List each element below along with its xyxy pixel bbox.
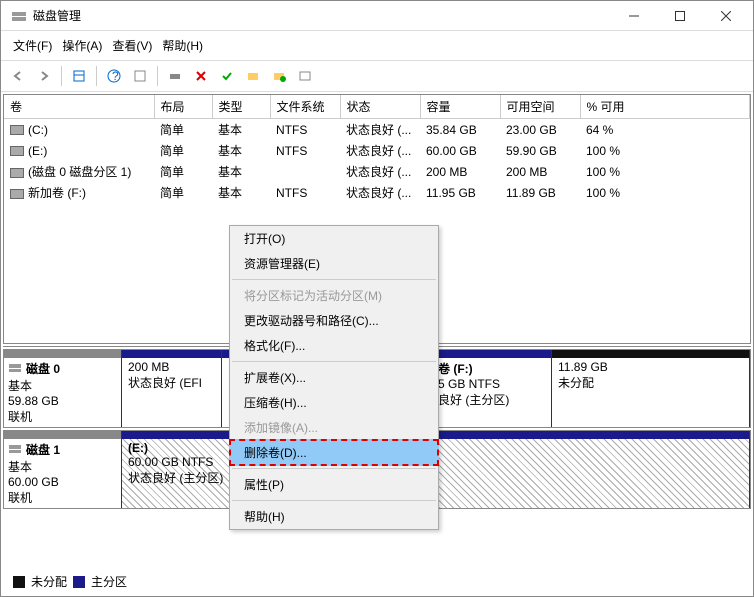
svg-text:?: ? (112, 69, 119, 83)
help-button[interactable]: ? (103, 65, 125, 87)
menu-mirror: 添加镜像(A)... (230, 415, 438, 440)
col-fs[interactable]: 文件系统 (270, 95, 340, 119)
menu-help[interactable]: 帮助(H) (230, 504, 438, 529)
menu-mark-active: 将分区标记为活动分区(M) (230, 283, 438, 308)
menu-format[interactable]: 格式化(F)... (230, 333, 438, 358)
table-row[interactable]: (C:)简单基本NTFS状态良好 (...35.84 GB23.00 GB64 … (4, 119, 750, 141)
detach-button[interactable] (294, 65, 316, 87)
folder-button[interactable] (242, 65, 264, 87)
menu-shrink[interactable]: 压缩卷(H)... (230, 390, 438, 415)
maximize-button[interactable] (657, 2, 703, 30)
view-button[interactable] (68, 65, 90, 87)
close-button[interactable] (703, 2, 749, 30)
menu-help[interactable]: 帮助(H) (158, 35, 207, 56)
disk-0-header[interactable]: 磁盘 0 基本 59.88 GB 联机 (4, 350, 122, 427)
table-row[interactable]: (E:)简单基本NTFS状态良好 (...60.00 GB59.90 GB100… (4, 140, 750, 161)
minimize-button[interactable] (611, 2, 657, 30)
volume-icon (10, 146, 24, 156)
disk-icon (8, 442, 22, 457)
separator (232, 500, 436, 501)
col-type[interactable]: 类型 (212, 95, 270, 119)
app-icon (11, 8, 27, 24)
volume-icon (10, 125, 24, 135)
disk-icon (8, 361, 22, 376)
col-status[interactable]: 状态 (340, 95, 420, 119)
col-volume[interactable]: 卷 (4, 95, 154, 119)
table-row[interactable]: 新加卷 (F:)简单基本NTFS状态良好 (...11.95 GB11.89 G… (4, 182, 750, 203)
col-pct[interactable]: % 可用 (580, 95, 750, 119)
legend-unallocated-swatch (13, 576, 25, 588)
table-row[interactable]: (磁盘 0 磁盘分区 1)简单基本状态良好 (...200 MB200 MB10… (4, 161, 750, 182)
disk-0-unallocated[interactable]: 11.89 GB 未分配 (552, 350, 750, 427)
menu-delete-volume[interactable]: 删除卷(D)... (229, 439, 439, 466)
separator (232, 468, 436, 469)
disk-0-partition-f[interactable]: 卷 (F:) 5 GB NTFS 良好 (主分区) (432, 350, 552, 427)
check-button[interactable] (216, 65, 238, 87)
menu-file[interactable]: 文件(F) (9, 35, 56, 56)
menu-explorer[interactable]: 资源管理器(E) (230, 251, 438, 276)
refresh-button[interactable] (164, 65, 186, 87)
titlebar: 磁盘管理 (1, 1, 753, 31)
context-menu: 打开(O) 资源管理器(E) 将分区标记为活动分区(M) 更改驱动器号和路径(C… (229, 225, 439, 530)
volume-icon (10, 168, 24, 178)
attach-button[interactable] (268, 65, 290, 87)
menu-view[interactable]: 查看(V) (108, 35, 156, 56)
show-button[interactable] (129, 65, 151, 87)
legend-primary-swatch (73, 576, 85, 588)
separator (232, 279, 436, 280)
forward-button[interactable] (33, 65, 55, 87)
separator (96, 66, 97, 86)
delete-button[interactable] (190, 65, 212, 87)
menubar: 文件(F) 操作(A) 查看(V) 帮助(H) (1, 31, 753, 61)
separator (232, 361, 436, 362)
menu-action[interactable]: 操作(A) (58, 35, 106, 56)
back-button[interactable] (7, 65, 29, 87)
col-free[interactable]: 可用空间 (500, 95, 580, 119)
disk-1-header[interactable]: 磁盘 1 基本 60.00 GB 联机 (4, 431, 122, 508)
separator (157, 66, 158, 86)
col-capacity[interactable]: 容量 (420, 95, 500, 119)
legend: 未分配 主分区 (7, 569, 133, 594)
volume-icon (10, 189, 24, 199)
menu-open[interactable]: 打开(O) (230, 226, 438, 251)
separator (61, 66, 62, 86)
col-layout[interactable]: 布局 (154, 95, 212, 119)
disk-0-partition-efi[interactable]: 200 MB 状态良好 (EFI (122, 350, 222, 427)
window-title: 磁盘管理 (33, 7, 611, 24)
toolbar: ? (1, 61, 753, 92)
menu-properties[interactable]: 属性(P) (230, 472, 438, 497)
menu-change-drive[interactable]: 更改驱动器号和路径(C)... (230, 308, 438, 333)
menu-extend[interactable]: 扩展卷(X)... (230, 365, 438, 390)
